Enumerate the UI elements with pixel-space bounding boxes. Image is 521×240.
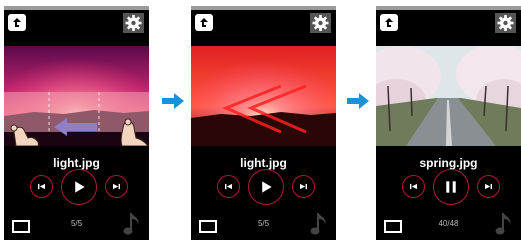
swipe-arrow-shaft [67,123,97,131]
settings-button[interactable] [495,13,516,33]
play-button[interactable] [61,169,97,205]
progress-bar [191,6,336,10]
back-button[interactable] [195,14,213,31]
previous-button[interactable] [402,175,425,198]
arrow-right-icon [162,93,184,109]
player-screen-3: spring.jpg 40/48 [376,6,521,240]
play-icon [75,181,85,193]
next-button[interactable] [105,175,128,198]
transition-arrow-1 [162,93,184,109]
music-note-icon[interactable] [123,211,143,237]
back-button[interactable] [8,14,26,31]
back-button[interactable] [380,14,398,31]
file-name: light.jpg [240,156,287,170]
previous-button[interactable] [30,175,53,198]
skip-next-icon [485,183,492,190]
skip-next-icon [113,183,120,190]
player-screen-1: light.jpg 5/5 [4,6,149,240]
skip-previous-icon [225,183,232,190]
play-icon [262,181,272,193]
previous-button[interactable] [217,175,240,198]
music-note-icon[interactable] [495,211,515,237]
photo-spring-road[interactable] [376,46,521,146]
settings-button[interactable] [123,13,144,33]
progress-bar [4,6,149,10]
file-name: spring.jpg [419,156,478,170]
player-screen-2: light.jpg 5/5 [191,6,336,240]
music-note-icon[interactable] [310,211,330,237]
pause-button[interactable] [433,169,469,205]
back-icon [385,18,393,27]
back-icon [200,18,208,27]
next-button[interactable] [477,175,500,198]
skip-previous-icon [410,183,417,190]
back-icon [13,18,21,27]
settings-button[interactable] [310,13,331,33]
arrow-right-icon [347,93,369,109]
transition-arrow-2 [347,93,369,109]
pause-icon [446,181,456,193]
gear-icon [497,15,514,31]
file-name: light.jpg [53,156,100,170]
skip-previous-icon [38,183,45,190]
skip-next-icon [300,183,307,190]
gear-icon [125,15,142,31]
next-button[interactable] [292,175,315,198]
photo-sunset-transition[interactable] [191,46,336,146]
photo-sunset[interactable] [4,46,149,146]
gear-icon [312,15,329,31]
play-button[interactable] [248,169,284,205]
progress-bar [376,6,521,10]
